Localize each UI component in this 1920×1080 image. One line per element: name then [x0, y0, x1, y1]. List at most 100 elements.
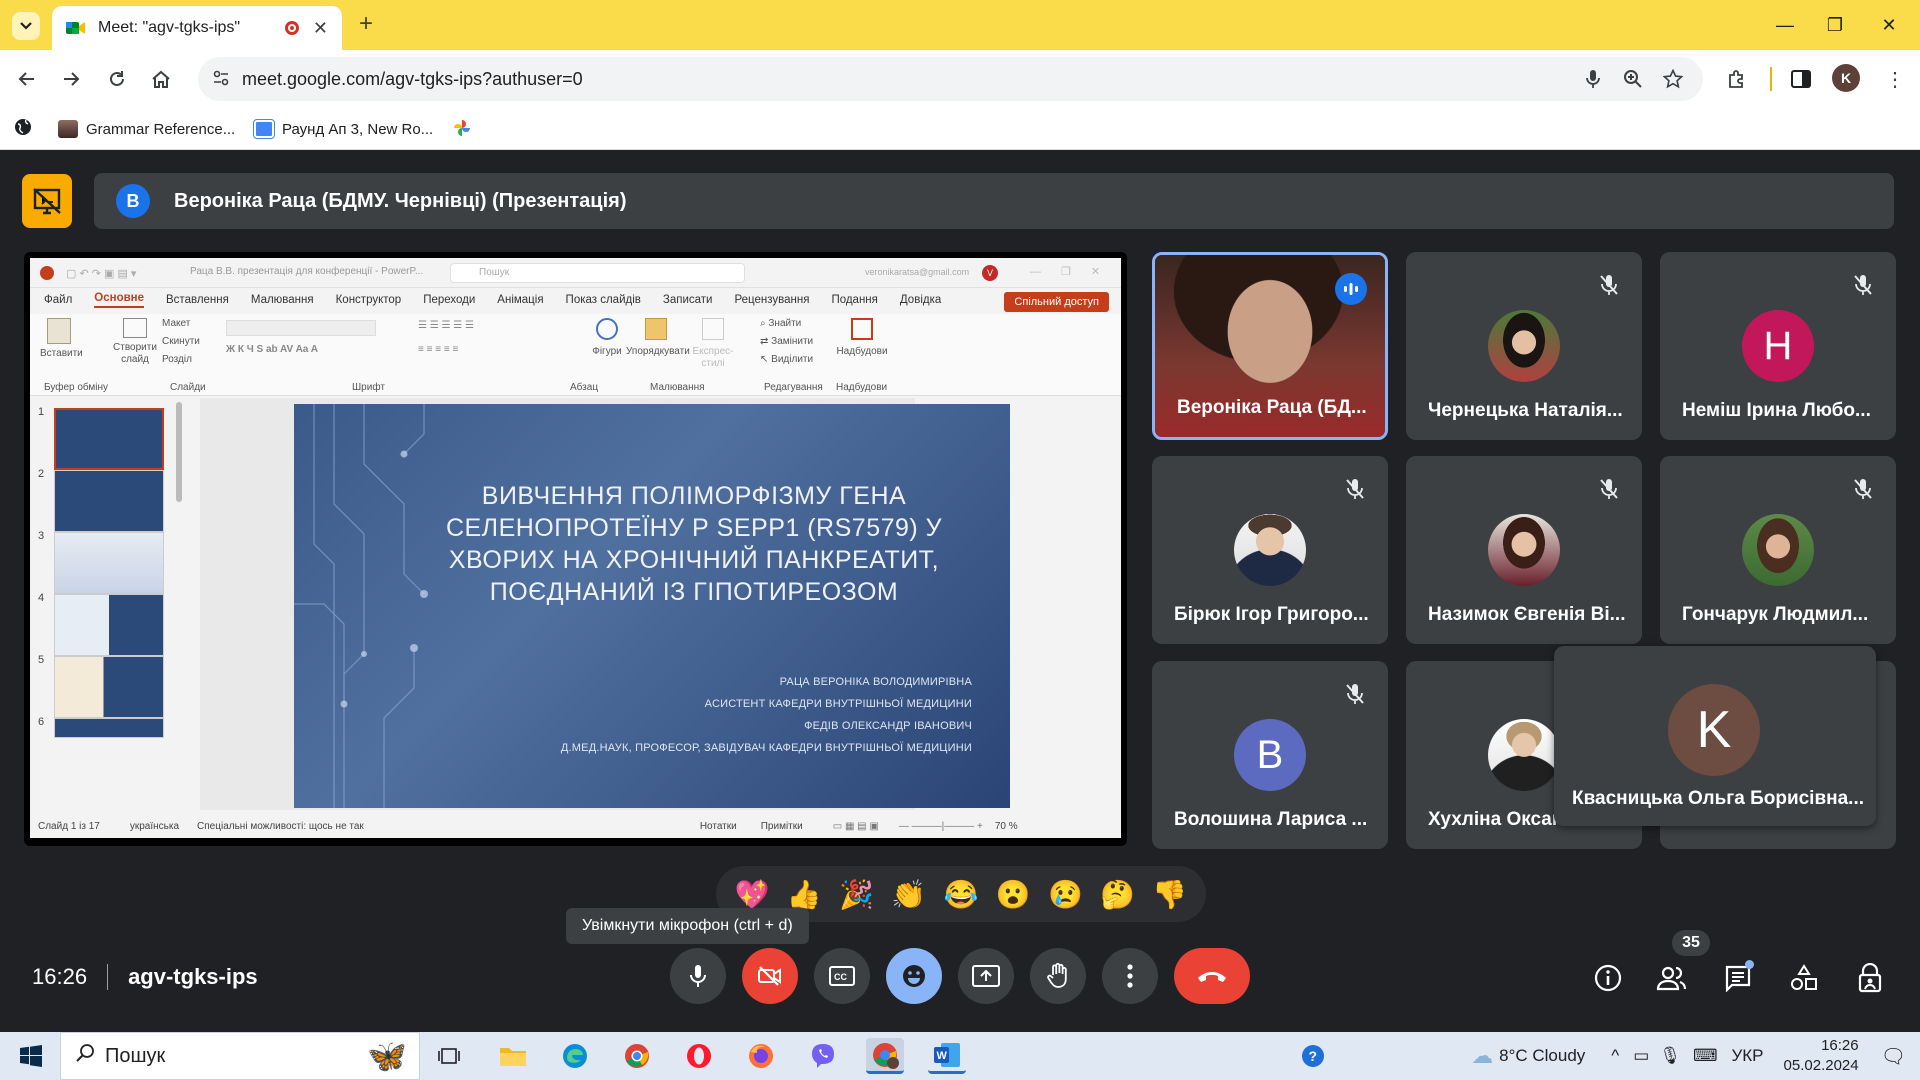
back-button[interactable]: [12, 64, 42, 94]
omnibox[interactable]: meet.google.com/agv-tgks-ips?authuser=0: [198, 57, 1703, 101]
slide-thumbnail[interactable]: [54, 532, 164, 594]
browser-tab-meet[interactable]: Meet: "agv-tgks-ips" ✕: [52, 6, 342, 50]
new-slide-button[interactable]: Створити слайд: [112, 318, 158, 366]
accessibility-status[interactable]: Спеціальні можливості: щось не так: [197, 821, 364, 832]
participant-tile[interactable]: B Волошина Лариса ...: [1152, 661, 1388, 849]
participant-tile[interactable]: Бірюк Ігор Григоро...: [1152, 456, 1388, 644]
stop-presenting-icon[interactable]: [22, 174, 72, 228]
more-options-button[interactable]: [1102, 948, 1158, 1004]
camera-tray-icon[interactable]: ▭: [1633, 1046, 1649, 1066]
bookmark-round-up[interactable]: Раунд Ап 3, New Ro...: [253, 116, 433, 142]
taskbar-search-box[interactable]: Пошук 🦋: [60, 1032, 420, 1080]
tray-clock[interactable]: 16:26 05.02.2024: [1784, 1036, 1859, 1076]
slide-thumbnail[interactable]: [54, 408, 164, 470]
pp-menu-item[interactable]: Подання: [831, 294, 877, 306]
participant-tile[interactable]: H Неміш Ірина Любо...: [1660, 252, 1896, 440]
pp-menu-item[interactable]: Переходи: [423, 294, 475, 306]
minimize-button[interactable]: —: [1760, 10, 1810, 40]
participant-tile[interactable]: Чернецька Наталія...: [1406, 252, 1642, 440]
reaction-surprised[interactable]: 😮: [996, 878, 1031, 911]
pp-menu-item[interactable]: Файл: [44, 294, 72, 306]
reaction-party[interactable]: 🎉: [839, 878, 874, 911]
pp-search-box[interactable]: Пошук: [450, 263, 745, 283]
arrange-button[interactable]: Упорядкувати: [626, 318, 690, 358]
zoom-slider[interactable]: — ———|——— +: [899, 821, 983, 832]
site-info-icon[interactable]: [212, 69, 230, 87]
chrome-button[interactable]: [618, 1038, 656, 1074]
word-button[interactable]: W: [928, 1038, 966, 1074]
edge-button[interactable]: [556, 1038, 594, 1074]
find-button[interactable]: ⌕ Знайти: [760, 318, 801, 330]
keyboard-icon[interactable]: ⌨: [1693, 1046, 1718, 1066]
opera-button[interactable]: [680, 1038, 718, 1074]
raise-hand-button[interactable]: [1030, 948, 1086, 1004]
bookmark-grammar[interactable]: Grammar Reference...: [58, 116, 235, 142]
align-icons[interactable]: ≡ ≡ ≡ ≡ ≡: [418, 344, 458, 356]
tab-search-button[interactable]: [12, 12, 40, 40]
restore-button[interactable]: ❐: [1810, 10, 1860, 40]
reactions-button[interactable]: [886, 948, 942, 1004]
meeting-details-button[interactable]: [1588, 958, 1628, 998]
extensions-icon[interactable]: [1722, 64, 1752, 94]
font-family-box[interactable]: [226, 320, 376, 336]
google-photos-icon[interactable]: [452, 118, 472, 142]
reset-button[interactable]: Скинути: [162, 336, 200, 348]
reload-button[interactable]: [102, 64, 132, 94]
font-format-icons[interactable]: Ж К Ч S ab AV Aa A: [226, 344, 318, 356]
microphone-button[interactable]: [670, 948, 726, 1004]
pp-share-button[interactable]: Спільний доступ: [1004, 292, 1109, 312]
weather-text[interactable]: 8°C Cloudy: [1499, 1046, 1585, 1066]
reaction-thinking[interactable]: 🤔: [1100, 878, 1135, 911]
slide-thumbnail[interactable]: [54, 656, 164, 718]
select-button[interactable]: ↖ Виділити: [760, 354, 813, 366]
globe-icon[interactable]: [14, 118, 32, 136]
activities-button[interactable]: [1784, 958, 1824, 998]
people-button[interactable]: [1652, 958, 1692, 998]
shapes-button[interactable]: Фігури: [590, 318, 624, 358]
firefox-button[interactable]: [742, 1038, 780, 1074]
reaction-laugh[interactable]: 😂: [944, 878, 979, 911]
thumbs-scrollbar[interactable]: [176, 402, 182, 502]
camera-button[interactable]: [742, 948, 798, 1004]
help-tray-button[interactable]: ?: [1294, 1038, 1332, 1074]
reaction-thumbs-up[interactable]: 👍: [787, 878, 822, 911]
side-panel-icon[interactable]: [1786, 64, 1816, 94]
pp-menu-item[interactable]: Записати: [663, 294, 713, 306]
participant-tile[interactable]: Вероніка Раца (БД...: [1152, 252, 1388, 440]
reaction-sad[interactable]: 😢: [1048, 878, 1083, 911]
forward-button[interactable]: [56, 64, 86, 94]
mic-tray-icon[interactable]: 🎙: [1659, 1046, 1681, 1066]
profile-avatar[interactable]: K: [1832, 64, 1860, 92]
notes-button[interactable]: Нотатки: [700, 821, 737, 832]
leave-call-button[interactable]: [1174, 948, 1250, 1004]
participant-tile[interactable]: Гончарук Людмил...: [1660, 456, 1896, 644]
slide-thumbnail[interactable]: [54, 718, 164, 738]
pp-menu-item[interactable]: Вставлення: [166, 294, 229, 306]
home-button[interactable]: [146, 64, 176, 94]
reaction-thumbs-down[interactable]: 👎: [1152, 878, 1187, 911]
addins-button[interactable]: Надбудови: [836, 318, 888, 358]
pp-menu-item[interactable]: Малювання: [251, 294, 314, 306]
zoom-icon[interactable]: [1618, 64, 1648, 94]
pp-menu-item[interactable]: Рецензування: [734, 294, 809, 306]
paste-button[interactable]: Вставити: [40, 318, 83, 360]
view-buttons[interactable]: ▭ ▦ ▤ ▣: [833, 821, 879, 832]
chrome-profile-button[interactable]: [866, 1038, 904, 1074]
close-window-button[interactable]: ✕: [1864, 10, 1914, 40]
pp-menu-item[interactable]: Анімація: [497, 294, 543, 306]
viber-button[interactable]: [804, 1038, 842, 1074]
windows-start-button[interactable]: [12, 1038, 50, 1074]
slide-thumbnail[interactable]: [54, 594, 164, 656]
file-explorer-button[interactable]: [494, 1038, 532, 1074]
quick-styles-button[interactable]: Експрес-стилі: [690, 318, 736, 370]
section-button[interactable]: Розділ: [162, 354, 192, 366]
comments-button[interactable]: Примітки: [761, 821, 803, 832]
mic-in-use-icon[interactable]: [1578, 64, 1608, 94]
input-language[interactable]: УКР: [1731, 1046, 1763, 1066]
chat-button[interactable]: [1718, 958, 1758, 998]
new-tab-button[interactable]: +: [352, 10, 380, 38]
replace-button[interactable]: ⇄ Замінити: [760, 336, 813, 348]
notifications-icon[interactable]: 🗨: [1881, 1044, 1906, 1069]
browser-menu-icon[interactable]: ⋮: [1880, 64, 1910, 94]
pp-menu-item-active[interactable]: Основне: [94, 292, 145, 308]
